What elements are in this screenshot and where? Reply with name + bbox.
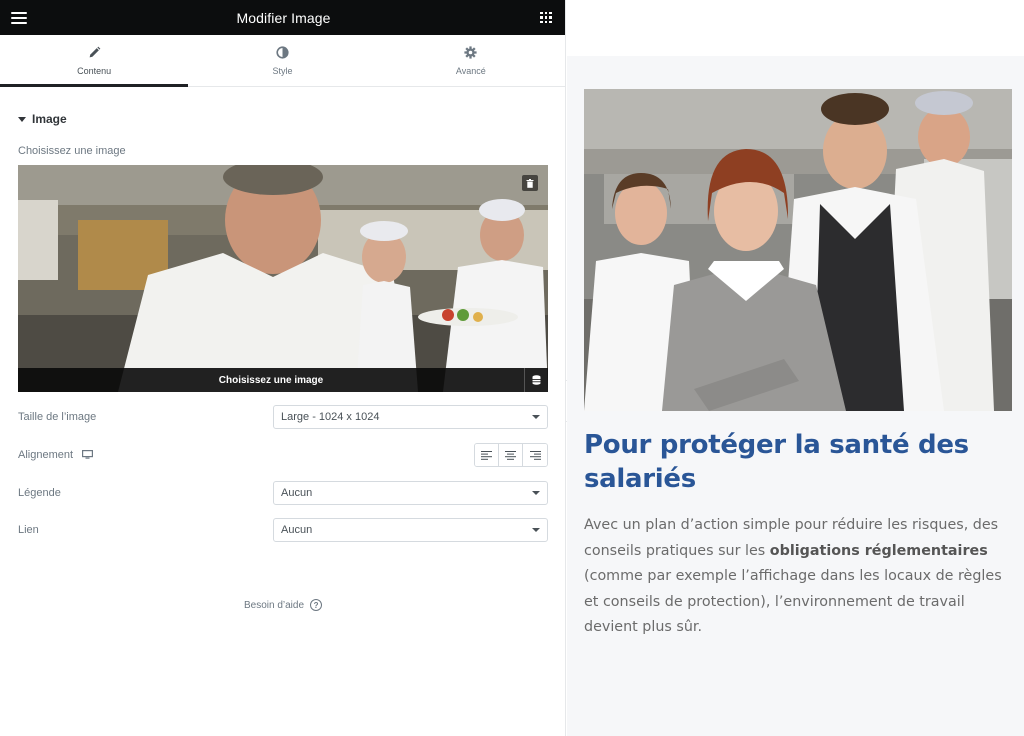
pencil-icon xyxy=(88,46,101,60)
tab-advanced-label: Avancé xyxy=(455,65,486,76)
preview-heading: Pour protéger la santé des salariés xyxy=(584,430,969,494)
panel-tabs: Contenu Style Avancé xyxy=(0,35,565,87)
caption-value: Aucun xyxy=(281,487,313,499)
chevron-down-icon xyxy=(532,415,540,419)
panel-header: Modifier Image xyxy=(0,0,565,35)
image-size-select[interactable]: Large - 1024 x 1024 xyxy=(273,405,548,429)
image-size-value: Large - 1024 x 1024 xyxy=(281,411,380,423)
image-size-label: Taille de l’image xyxy=(18,411,97,423)
hamburger-icon[interactable] xyxy=(11,11,27,24)
tab-content-label: Contenu xyxy=(77,65,112,76)
paragraph-bold: obligations réglementaires xyxy=(769,542,988,559)
tab-advanced[interactable]: Avancé xyxy=(377,35,565,86)
help-link[interactable]: Besoin d’aide ? xyxy=(0,599,566,611)
grid-icon[interactable] xyxy=(540,11,552,24)
caption-label: Légende xyxy=(18,487,61,499)
caption-row: Légende Aucun xyxy=(18,480,548,506)
chevron-down-icon xyxy=(532,491,540,495)
panel-title: Modifier Image xyxy=(236,9,331,26)
paragraph-text-2: (comme par exemple l’affichage dans les … xyxy=(584,568,1002,636)
remove-image-icon[interactable] xyxy=(522,175,538,191)
tab-content[interactable]: Contenu xyxy=(0,35,189,87)
link-row: Lien Aucun xyxy=(18,517,548,543)
link-label: Lien xyxy=(18,524,39,536)
image-picker[interactable]: Choisissez une image xyxy=(18,165,548,392)
preview-paragraph: Avec un plan d’action simple pour réduir… xyxy=(584,513,1009,641)
align-left-icon xyxy=(481,450,492,460)
image-picker-label: Choisissez une image xyxy=(18,145,126,157)
dynamic-tags-icon[interactable] xyxy=(524,368,548,392)
choose-image-button[interactable]: Choisissez une image xyxy=(18,375,524,386)
section-title: Image xyxy=(32,112,67,126)
link-select[interactable]: Aucun xyxy=(273,518,548,542)
chevron-down-icon xyxy=(532,528,540,532)
alignment-label: Alignement xyxy=(18,449,74,461)
link-value: Aucun xyxy=(281,524,313,536)
staff-photo xyxy=(584,89,1012,411)
caret-down-icon xyxy=(18,116,26,122)
alignment-row: Alignement xyxy=(18,442,548,468)
preview-image[interactable] xyxy=(584,89,1012,411)
align-right-icon xyxy=(529,450,541,460)
image-size-row: Taille de l’image Large - 1024 x 1024 xyxy=(18,404,548,430)
caption-select[interactable]: Aucun xyxy=(273,481,548,505)
align-center-icon xyxy=(505,450,516,460)
tab-style[interactable]: Style xyxy=(188,35,376,86)
help-label: Besoin d’aide xyxy=(243,599,305,611)
desktop-icon[interactable] xyxy=(82,446,94,464)
selected-image-thumbnail xyxy=(18,165,548,392)
question-circle-icon: ? xyxy=(310,599,323,611)
gear-icon xyxy=(464,46,477,60)
section-image-toggle[interactable]: Image xyxy=(0,112,565,126)
page-preview: Pour protéger la santé des salariés Avec… xyxy=(567,0,1024,736)
half-circle-icon xyxy=(276,46,289,60)
editor-panel: Modifier Image Contenu Style Avancé Imag… xyxy=(0,0,566,736)
alignment-control xyxy=(474,443,548,467)
align-left-button[interactable] xyxy=(475,444,499,466)
tab-style-label: Style xyxy=(272,65,293,76)
align-right-button[interactable] xyxy=(523,444,547,466)
align-center-button[interactable] xyxy=(499,444,523,466)
choose-image-bar: Choisissez une image xyxy=(18,368,548,392)
